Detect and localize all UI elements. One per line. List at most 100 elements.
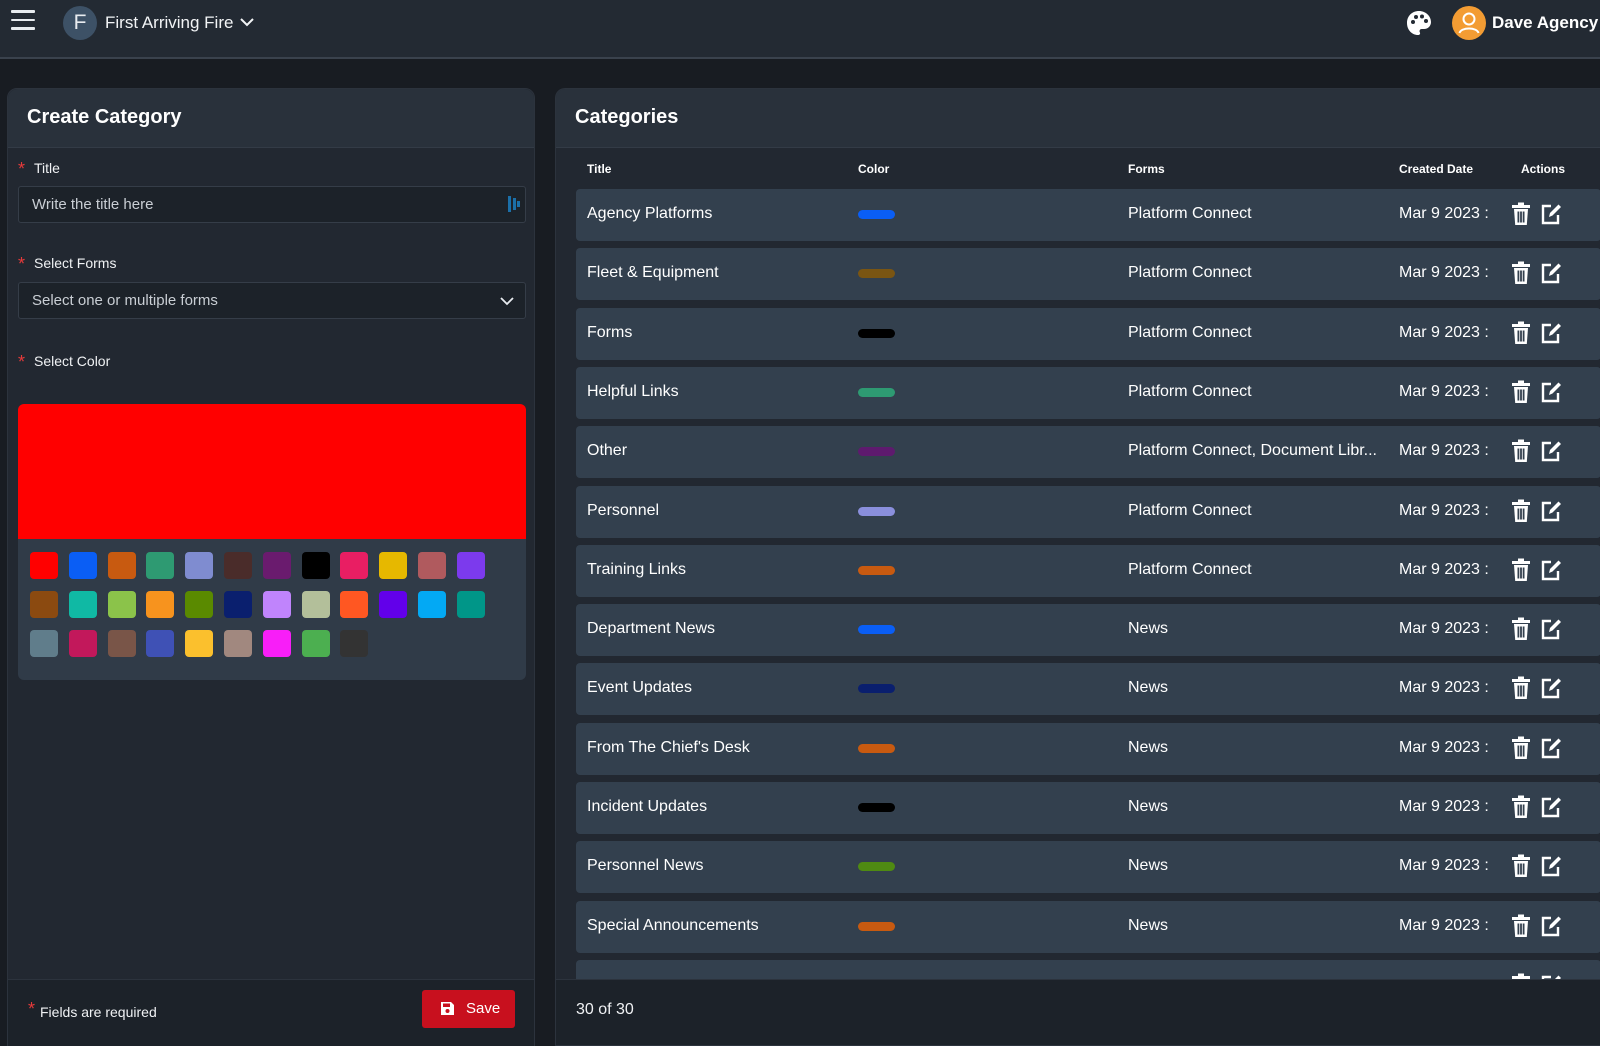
color-swatch[interactable]	[301, 630, 330, 657]
color-swatch[interactable]	[418, 552, 446, 579]
edit-icon[interactable]	[1540, 617, 1562, 641]
org-avatar[interactable]: F	[63, 6, 97, 40]
row-created-date: Mar 9 2023 :	[1399, 916, 1489, 934]
edit-icon[interactable]	[1540, 795, 1562, 819]
table-row[interactable]: Training Links Platform Connect Mar 9 2023…	[576, 544, 1600, 597]
column-header-color[interactable]: Color	[858, 162, 889, 176]
color-swatch[interactable]	[30, 630, 58, 657]
color-swatch[interactable]	[340, 552, 369, 579]
color-swatch[interactable]	[146, 552, 175, 579]
table-row[interactable]: Event Updates News Mar 9 2023 :	[576, 663, 1600, 716]
color-swatch[interactable]	[262, 630, 291, 657]
color-swatch[interactable]	[185, 630, 214, 657]
color-swatch[interactable]	[224, 591, 252, 618]
panel-title: Create Category	[27, 106, 182, 128]
color-swatch[interactable]	[456, 591, 485, 618]
color-swatch[interactable]	[185, 552, 214, 579]
palette-icon[interactable]	[1405, 9, 1433, 37]
table-row[interactable]: From The Chief's Desk News Mar 9 2023 :	[576, 722, 1600, 775]
table-row[interactable]: Personnel News News Mar 9 2023 :	[576, 841, 1600, 894]
trash-icon[interactable]	[1510, 202, 1532, 226]
table-row[interactable]: Helpful Links Platform Connect Mar 9 2023 …	[576, 366, 1600, 419]
color-swatch[interactable]	[262, 591, 291, 618]
title-input[interactable]	[18, 186, 526, 223]
trash-icon[interactable]	[1510, 914, 1532, 938]
edit-icon[interactable]	[1540, 914, 1562, 938]
row-created-date: Mar 9 2023 :	[1399, 442, 1489, 460]
user-name[interactable]: Dave Agency	[1492, 13, 1598, 33]
trash-icon[interactable]	[1510, 854, 1532, 878]
trash-icon[interactable]	[1510, 617, 1532, 641]
color-swatch[interactable]	[107, 591, 136, 618]
column-header-title[interactable]: Title	[587, 162, 611, 176]
edit-icon[interactable]	[1540, 261, 1562, 285]
color-swatch[interactable]	[68, 552, 97, 579]
trash-icon[interactable]	[1510, 499, 1532, 523]
password-manager-icon[interactable]	[507, 195, 521, 213]
column-header-actions: Actions	[1521, 162, 1566, 176]
color-swatch[interactable]	[146, 630, 175, 657]
color-swatch[interactable]	[185, 591, 214, 618]
color-swatch[interactable]	[340, 591, 369, 618]
column-header-created-date[interactable]: Created Date	[1399, 162, 1473, 176]
edit-icon[interactable]	[1540, 439, 1562, 463]
color-swatch[interactable]	[107, 630, 136, 657]
trash-icon[interactable]	[1510, 380, 1532, 404]
forms-select[interactable]: Select one or multiple forms	[18, 282, 526, 319]
color-swatch[interactable]	[301, 552, 330, 579]
color-swatch[interactable]	[379, 591, 408, 618]
trash-icon[interactable]	[1510, 736, 1532, 760]
color-swatch[interactable]	[107, 552, 136, 579]
color-swatch[interactable]	[456, 552, 485, 579]
color-swatch[interactable]	[379, 552, 408, 579]
edit-icon[interactable]	[1540, 499, 1562, 523]
table-row[interactable]: Other Platform Connect, Document Libr... M…	[576, 426, 1600, 479]
color-swatch[interactable]	[340, 630, 369, 657]
categories-panel: Categories Title Color Forms Created Dat…	[555, 88, 1600, 1046]
trash-icon[interactable]	[1510, 558, 1532, 582]
color-preview	[18, 404, 526, 539]
color-swatch[interactable]	[68, 630, 97, 657]
edit-icon[interactable]	[1540, 202, 1562, 226]
user-avatar[interactable]	[1452, 6, 1486, 40]
edit-icon[interactable]	[1540, 321, 1562, 345]
column-header-forms[interactable]: Forms	[1128, 162, 1165, 176]
color-swatch[interactable]	[68, 591, 97, 618]
table-row[interactable]: Fleet & Equipment Platform Connect Mar 9 2…	[576, 248, 1600, 301]
table-row[interactable]: Personnel Platform Connect Mar 9 2023 :	[576, 485, 1600, 538]
color-swatch[interactable]	[262, 552, 291, 579]
edit-icon[interactable]	[1540, 558, 1562, 582]
save-button[interactable]: Save	[422, 990, 515, 1028]
edit-icon[interactable]	[1540, 736, 1562, 760]
trash-icon[interactable]	[1510, 676, 1532, 700]
color-swatch[interactable]	[30, 591, 58, 618]
color-swatch[interactable]	[30, 552, 58, 579]
row-title: Helpful Links	[587, 382, 679, 400]
row-color-indicator	[858, 447, 895, 457]
edit-icon[interactable]	[1540, 676, 1562, 700]
trash-icon[interactable]	[1510, 261, 1532, 285]
row-forms: Platform Connect	[1128, 205, 1252, 222]
org-name[interactable]: First Arriving Fire	[105, 13, 233, 33]
row-created-date: Mar 9 2023 :	[1399, 857, 1489, 875]
chevron-down-icon[interactable]	[239, 14, 255, 30]
table-row[interactable]: Forms Platform Connect Mar 9 2023 :	[576, 307, 1600, 360]
edit-icon[interactable]	[1540, 380, 1562, 404]
trash-icon[interactable]	[1510, 321, 1532, 345]
table-row[interactable]: Special Announcements News Mar 9 2023 :	[576, 900, 1600, 953]
row-title: Special Announcements	[587, 916, 759, 934]
color-swatch[interactable]	[224, 630, 252, 657]
color-swatch[interactable]	[418, 591, 446, 618]
color-swatch[interactable]	[301, 591, 330, 618]
table-row[interactable]: Incident Updates News Mar 9 2023 :	[576, 782, 1600, 834]
color-swatch[interactable]	[224, 552, 252, 579]
trash-icon[interactable]	[1510, 795, 1532, 819]
menu-icon[interactable]	[11, 10, 35, 34]
trash-icon[interactable]	[1510, 439, 1532, 463]
row-created-date: Mar 9 2023 :	[1399, 738, 1489, 756]
table-row[interactable]: Department News News Mar 9 2023 :	[576, 604, 1600, 657]
row-color-indicator	[858, 269, 895, 279]
edit-icon[interactable]	[1540, 854, 1562, 878]
table-row[interactable]: Agency Platforms Platform Connect Mar 9 20…	[576, 189, 1600, 241]
color-swatch[interactable]	[146, 591, 175, 618]
